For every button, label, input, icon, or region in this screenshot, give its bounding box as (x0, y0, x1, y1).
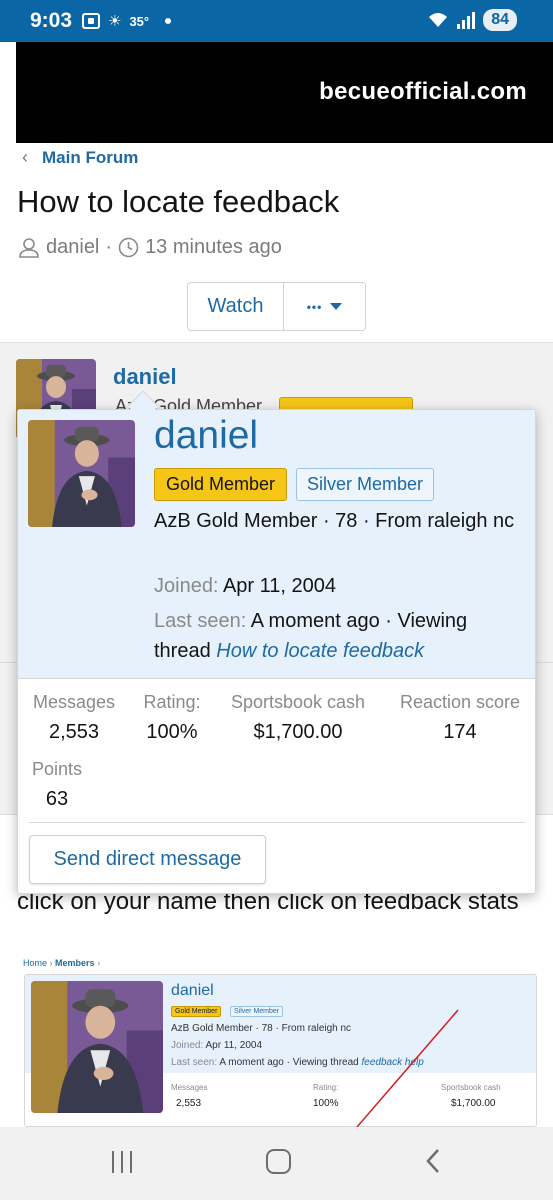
member-name[interactable]: daniel (154, 414, 258, 458)
back-icon[interactable] (424, 1147, 442, 1175)
stat-messages[interactable]: Messages 2,553 (29, 692, 119, 744)
system-nav-bar (0, 1127, 553, 1200)
badge-gold-member: Gold Member (154, 468, 288, 501)
site-banner[interactable]: becueofficial.com (16, 42, 553, 143)
thread-time[interactable]: 13 minutes ago (145, 236, 282, 259)
status-icons: ☀ 35° (82, 12, 172, 30)
more-dots-icon: ••• (306, 299, 323, 314)
notification-dot-icon (165, 18, 172, 24)
status-right: 84 (427, 9, 517, 31)
status-temperature: 35° (129, 13, 150, 29)
banner-text: becueofficial.com (319, 78, 527, 105)
divider (29, 822, 525, 823)
member-joined: Joined: Apr 11, 2004 (154, 575, 336, 597)
page-title: How to locate feedback (17, 184, 340, 219)
post-author-name[interactable]: daniel (113, 364, 177, 390)
viewing-thread-link[interactable]: How to locate feedback (216, 640, 424, 662)
caret-down-icon (330, 303, 343, 310)
status-time: 9:03 (30, 9, 73, 32)
breadcrumb-link[interactable]: Main Forum (42, 148, 138, 168)
home-icon[interactable] (266, 1149, 291, 1174)
watch-button[interactable]: Watch (188, 283, 284, 330)
clock-icon (118, 237, 139, 258)
post-attachment-image[interactable]: Home › Members › daniel Gold Member Silv… (17, 954, 537, 1127)
status-bar: 9:03 ☀ 35° 84 (0, 0, 553, 42)
stat-rating[interactable]: Rating: 100% (140, 692, 204, 744)
member-tooltip-card: daniel Gold Member Silver Member AzB Gol… (17, 409, 536, 894)
more-options-button[interactable]: ••• (284, 283, 365, 330)
thread-actions: Watch ••• (187, 282, 366, 331)
member-avatar[interactable] (28, 420, 135, 527)
screenshot-icon (82, 13, 100, 29)
thread-author[interactable]: daniel (46, 236, 99, 259)
chevron-left-icon: ‹ (22, 147, 28, 167)
signal-icon (457, 11, 476, 29)
red-arrow-annotation (356, 1009, 459, 1127)
battery-indicator: 84 (483, 9, 517, 31)
wifi-icon (429, 13, 448, 27)
breadcrumb[interactable]: ‹ Main Forum (22, 147, 138, 168)
stat-sportsbook-cash[interactable]: Sportsbook cash $1,700.00 (222, 692, 374, 744)
member-last-seen: Last seen: A moment ago · Viewing thread… (154, 610, 468, 662)
stat-points[interactable]: Points 63 (29, 759, 85, 811)
stat-reaction-score[interactable]: Reaction score 174 (393, 692, 527, 744)
badge-silver-member: Silver Member (296, 468, 435, 501)
send-direct-message-button[interactable]: Send direct message (29, 835, 266, 884)
recent-apps-icon[interactable] (112, 1151, 132, 1173)
meta-separator: · (105, 236, 113, 258)
member-title-line: AzB Gold Member · 78 · From raleigh nc (154, 510, 515, 532)
user-icon (19, 237, 39, 258)
thread-meta: daniel · 13 minutes ago (18, 236, 282, 259)
weather-icon: ☀ (108, 13, 122, 30)
